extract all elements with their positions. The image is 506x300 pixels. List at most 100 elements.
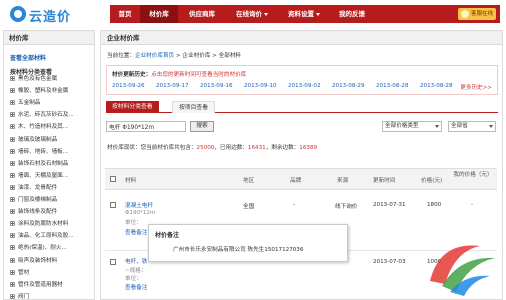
stats-prefix: 材价库现状：您当前材价库共包含： bbox=[107, 145, 197, 151]
nav-item-price-library[interactable]: 材价库 bbox=[140, 5, 178, 23]
sidebar-category-item[interactable]: 木、竹造材料及其... bbox=[10, 123, 68, 132]
stats-remain: 16389 bbox=[299, 145, 318, 151]
material-brand: - bbox=[293, 202, 296, 208]
tab-by-project[interactable]: 按项目查看 bbox=[172, 101, 215, 113]
expand-plus-icon[interactable] bbox=[10, 221, 15, 227]
sidebar-category-item[interactable]: 管材 bbox=[10, 269, 29, 278]
nav-item-data-settings[interactable]: 资料设置 bbox=[278, 5, 330, 23]
breadcrumb-home-link[interactable]: 企业材价库首页 bbox=[135, 53, 174, 59]
sidebar-category-label: 油漆、龙骨配件 bbox=[18, 184, 58, 191]
expand-plus-icon[interactable] bbox=[10, 257, 15, 263]
breadcrumb: 当前位置：企业材价库首页 > 企业材价库 > 全部材料 bbox=[107, 51, 241, 59]
sidebar-category-item[interactable]: 五金制品 bbox=[10, 99, 40, 108]
sidebar-category-item[interactable]: 门窗及楼梯制品 bbox=[10, 196, 57, 205]
sidebar-category-item[interactable]: 装饰石材及石材制品 bbox=[10, 160, 68, 169]
sidebar-category-label: 装饰石材及石材制品 bbox=[18, 160, 69, 167]
sidebar-category-item[interactable]: 油品、化工原料及胶... bbox=[10, 232, 74, 241]
expand-plus-icon[interactable] bbox=[10, 88, 15, 94]
update-date-link[interactable]: 2013-09-26 bbox=[112, 83, 145, 89]
sidebar: 材价库 查看全部材料 按材料分类查看 黑色及有色金属 橡胶、塑料及非金属 五金制品水… bbox=[3, 30, 95, 300]
view-all-materials-link[interactable]: 查看全部材料 bbox=[10, 53, 46, 62]
expand-plus-icon[interactable] bbox=[10, 160, 15, 166]
nav-item-online-inquiry[interactable]: 在线询价 bbox=[226, 5, 278, 23]
update-date-link[interactable]: 2013-09-02 bbox=[288, 83, 321, 89]
expand-plus-icon[interactable] bbox=[10, 124, 15, 130]
sidebar-category-item[interactable]: 管件及管道用器材 bbox=[10, 281, 63, 290]
material-price: 1800 bbox=[427, 202, 442, 208]
expand-plus-icon[interactable] bbox=[10, 172, 15, 178]
breadcrumb-level2[interactable]: 企业材价库 bbox=[182, 53, 210, 59]
expand-plus-icon[interactable] bbox=[10, 245, 15, 251]
sidebar-category-item[interactable]: 装饰线条及配件 bbox=[10, 208, 57, 217]
view-note-link[interactable]: 查看备注 bbox=[125, 228, 147, 236]
price-type-select[interactable]: 全部价格类型 bbox=[382, 121, 442, 132]
sidebar-category-item[interactable]: 吸声及装饰材料 bbox=[10, 257, 57, 266]
my-price: - bbox=[471, 202, 474, 208]
sidebar-category-label: 管材 bbox=[18, 269, 30, 276]
region-select[interactable]: 全部省 bbox=[448, 121, 496, 132]
sidebar-category-item[interactable]: 水泥、砖瓦灰砂石及... bbox=[10, 111, 74, 120]
search-input[interactable] bbox=[106, 121, 186, 132]
expand-plus-icon[interactable] bbox=[10, 209, 15, 215]
expand-plus-icon[interactable] bbox=[10, 112, 15, 118]
sidebar-category-label: 玻璃及玻璃制品 bbox=[18, 136, 58, 143]
column-header-brand: 品牌 bbox=[290, 178, 302, 184]
nav-item-label: 材价库 bbox=[149, 10, 169, 18]
material-name-link[interactable]: 混凝土电杆 bbox=[125, 201, 153, 209]
sidebar-category-item[interactable]: 阀门 bbox=[10, 293, 29, 300]
expand-plus-icon[interactable] bbox=[10, 184, 15, 190]
sidebar-category-item[interactable]: 绝热(保温)、耐火... bbox=[10, 244, 67, 253]
update-date-link[interactable]: 2013-09-16 bbox=[200, 83, 233, 89]
nav-item-supplier-library[interactable]: 供应商库 bbox=[178, 5, 226, 23]
expand-plus-icon[interactable] bbox=[10, 148, 15, 154]
update-date-link[interactable]: 2013-09-10 bbox=[244, 83, 277, 89]
sidebar-category-item[interactable]: 油漆、龙骨配件 bbox=[10, 184, 57, 193]
sidebar-category-item[interactable]: 黑色及有色金属 bbox=[10, 75, 57, 84]
sidebar-category-label: 吸声及装饰材料 bbox=[18, 257, 58, 264]
logo[interactable]: 云造价 bbox=[10, 5, 90, 25]
nav-item-home[interactable]: 首页 bbox=[110, 5, 140, 23]
breadcrumb-current: 全部材料 bbox=[218, 53, 242, 59]
column-header-my-price: 我的价格（元） bbox=[453, 172, 493, 178]
expand-plus-icon[interactable] bbox=[10, 233, 15, 239]
more-history-link[interactable]: 更多历史>> bbox=[460, 83, 492, 91]
sidebar-category-item[interactable]: 墙面、天棚及屋面... bbox=[10, 172, 68, 181]
column-header-material: 材料 bbox=[125, 178, 137, 184]
update-history-hint: 点击您的更新时间可查看当时的材价库 bbox=[151, 72, 247, 78]
expand-plus-icon[interactable] bbox=[10, 76, 15, 81]
stats-total: 25000 bbox=[196, 145, 215, 151]
row-checkbox[interactable] bbox=[110, 259, 116, 265]
sidebar-category-label: 装饰线条及配件 bbox=[18, 209, 58, 216]
sidebar-category-label: 油品、化工原料及胶... bbox=[18, 233, 74, 240]
update-date-link[interactable]: 2013-09-17 bbox=[156, 83, 189, 89]
tab-by-category[interactable]: 按材料分类查看 bbox=[106, 101, 159, 113]
breadcrumb-prefix: 当前位置： bbox=[107, 53, 135, 59]
stats-label-remain: ，剩余边数： bbox=[265, 145, 300, 151]
column-header-source: 来源 bbox=[337, 178, 349, 184]
update-date-link[interactable]: 2013-08-28 bbox=[376, 83, 409, 89]
select-all-checkbox[interactable] bbox=[110, 176, 116, 182]
expand-plus-icon[interactable] bbox=[10, 269, 15, 275]
nav-item-feedback[interactable]: 我的反馈 bbox=[330, 5, 374, 23]
search-button[interactable]: 搜索 bbox=[190, 121, 214, 132]
sidebar-category-item[interactable]: 橡胶、塑料及非金属 bbox=[10, 87, 68, 96]
material-name-link[interactable]: 电杆，铁 bbox=[125, 257, 147, 265]
expand-plus-icon[interactable] bbox=[10, 136, 15, 142]
sidebar-category-label: 墙砖、地砖、墙板... bbox=[18, 148, 69, 155]
note-popup-body: 广州市长乐永安制品有限公司 陈先生15017127036 bbox=[173, 247, 304, 253]
expand-plus-icon[interactable] bbox=[10, 100, 15, 106]
online-service-button[interactable]: 客服在线 bbox=[457, 8, 496, 20]
sidebar-category-item[interactable]: 玻璃及玻璃制品 bbox=[10, 136, 57, 145]
expand-plus-icon[interactable] bbox=[10, 293, 15, 299]
expand-plus-icon[interactable] bbox=[10, 197, 15, 202]
update-date-link[interactable]: 2013-08-29 bbox=[332, 83, 365, 89]
expand-plus-icon[interactable] bbox=[10, 281, 15, 287]
view-note-link[interactable]: 查看备注 bbox=[125, 283, 147, 291]
note-popup-title: 材价备注 bbox=[155, 232, 180, 239]
breadcrumb-separator: > bbox=[210, 53, 219, 59]
sidebar-category-item[interactable]: 墙砖、地砖、墙板... bbox=[10, 148, 68, 157]
row-checkbox[interactable] bbox=[110, 202, 116, 208]
sidebar-category-item[interactable]: 涂料及防腐防水材料 bbox=[10, 220, 68, 229]
update-date-link[interactable]: 2013-08-28 bbox=[420, 83, 453, 89]
nav-item-label: 在线询价 bbox=[236, 10, 262, 18]
